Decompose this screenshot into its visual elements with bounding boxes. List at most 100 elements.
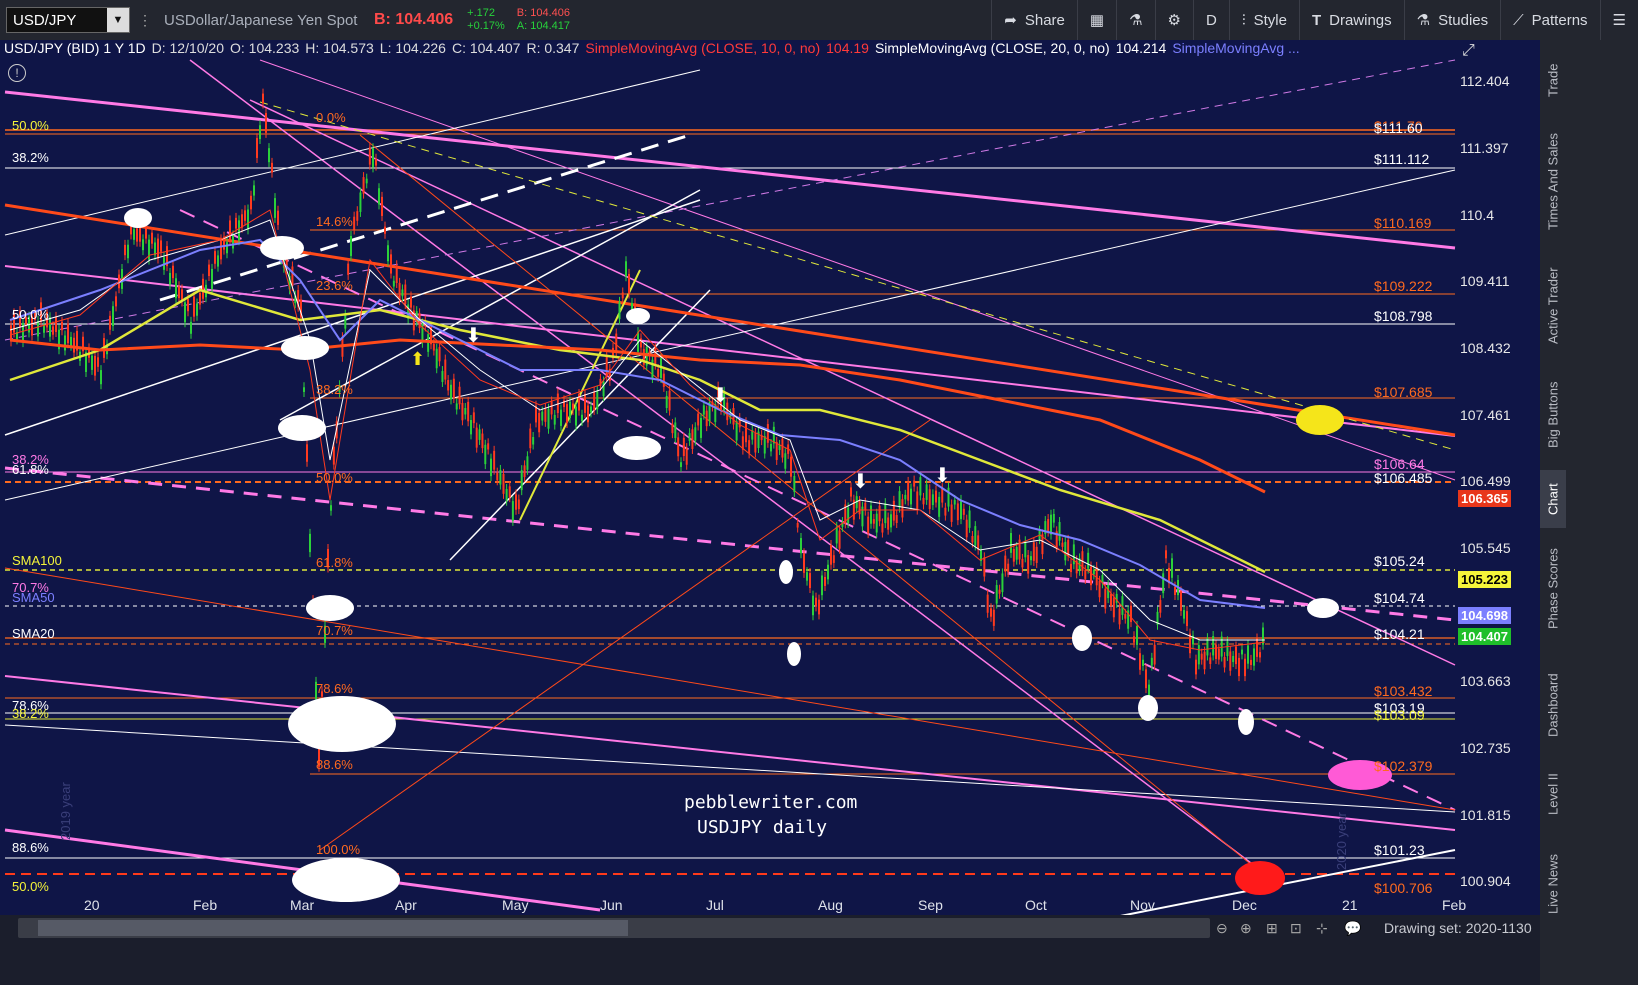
ask-small: A: 104.417 xyxy=(516,20,571,32)
fib-label-mid: 38.2% xyxy=(316,382,353,397)
grid-icon: ▦ xyxy=(1089,12,1105,29)
pan-icon[interactable]: ⊞ xyxy=(1266,920,1278,937)
style-label: Style xyxy=(1253,11,1287,29)
drawings-button[interactable]: T Drawings xyxy=(1298,0,1404,40)
header-close: C: 104.407 xyxy=(451,40,521,56)
tab-times-and-sales[interactable]: Times And Sales xyxy=(1540,112,1566,250)
svg-text:⬆: ⬆ xyxy=(410,349,425,369)
candles-layer xyxy=(10,88,1264,772)
tab-live-news[interactable]: Live News xyxy=(1540,828,1566,940)
trendline-layer xyxy=(4,59,1456,915)
settings-button[interactable]: ⚙ xyxy=(1154,0,1193,40)
share-button[interactable]: ➦ Share xyxy=(991,0,1077,40)
link-icon[interactable]: ⋮ xyxy=(138,12,152,29)
tab-big-buttons[interactable]: Big Buttons xyxy=(1540,362,1566,468)
change-percent: +0.17% xyxy=(467,20,505,32)
drawing-set-label[interactable]: Drawing set: 2020-1130 xyxy=(1384,920,1532,936)
sma20-label[interactable]: SimpleMovingAvg (CLOSE, 20, 0, no) xyxy=(875,40,1110,58)
zoom-out-icon[interactable]: ⊖ xyxy=(1216,920,1228,937)
tab-trade[interactable]: Trade xyxy=(1540,50,1566,110)
tab-level-ii[interactable]: Level II xyxy=(1540,762,1566,826)
header-range: R: 0.347 xyxy=(526,40,580,56)
flask-button[interactable]: ⚗ xyxy=(1116,0,1154,40)
scrollbar-thumb[interactable] xyxy=(38,920,628,936)
top-toolbar: USD/JPY ▼ ⋮ USDollar/Japanese Yen Spot B… xyxy=(0,0,1638,41)
period-button[interactable]: D xyxy=(1192,0,1229,40)
sma10-label[interactable]: SimpleMovingAvg (CLOSE, 10, 0, no) xyxy=(585,40,820,58)
tab-phase-scores[interactable]: Phase Scores xyxy=(1540,530,1566,648)
tab-dashboard[interactable]: Dashboard xyxy=(1540,650,1566,760)
pattern-icon: ⟋ xyxy=(1513,11,1524,29)
x-tick-label: 20 xyxy=(84,897,100,913)
y-tick-label: 107.461 xyxy=(1460,407,1511,423)
chat-icon[interactable]: 💬 xyxy=(1344,920,1361,937)
info-icon[interactable]: ! xyxy=(8,64,26,82)
year-2020-label: 2020 year xyxy=(1334,812,1349,870)
reset-icon[interactable]: ⊡ xyxy=(1290,920,1302,937)
x-tick-label: May xyxy=(502,897,529,913)
fib-label-left: 50.0% xyxy=(12,118,49,133)
level-label: $106.485 xyxy=(1374,470,1433,486)
bid-price: B: 104.406 xyxy=(374,11,454,28)
symbol-text: USD/JPY xyxy=(13,11,77,29)
level-label: $108.798 xyxy=(1374,308,1433,324)
cursor-icon[interactable]: ⊹ xyxy=(1316,920,1328,937)
level-label: $109.222 xyxy=(1374,278,1433,294)
style-button[interactable]: ⫶ Style xyxy=(1228,0,1299,40)
tab-active-trader[interactable]: Active Trader xyxy=(1540,252,1566,360)
bid-small: B: 104.406 xyxy=(516,7,571,19)
menu-button[interactable]: ☰ xyxy=(1599,0,1638,40)
tab-chart[interactable]: Chart xyxy=(1540,470,1566,528)
symbol-selector[interactable]: USD/JPY ▼ xyxy=(6,7,130,33)
svg-text:⬇: ⬇ xyxy=(712,385,729,407)
level-label: $100.706 xyxy=(1374,880,1433,896)
level-label: $101.23 xyxy=(1374,842,1425,858)
change-value: +.172 xyxy=(467,7,496,19)
x-tick-label: Jul xyxy=(706,897,724,913)
x-tick-label: Dec xyxy=(1232,897,1257,913)
fib-label-left: 38.2% xyxy=(12,706,49,721)
sma20-value: 104.214 xyxy=(1115,40,1167,56)
header-high: H: 104.573 xyxy=(305,40,374,56)
chevron-down-icon[interactable]: ▼ xyxy=(107,8,129,32)
fib-label-left: 50.0% xyxy=(12,307,49,322)
y-tick-label: 109.411 xyxy=(1460,273,1510,289)
zoom-in-icon[interactable]: ⊕ xyxy=(1240,920,1252,937)
fib-label-left: SMA20 xyxy=(12,626,55,641)
level-label: $110.169 xyxy=(1374,215,1432,231)
price-tag: 104.407 xyxy=(1458,628,1511,645)
x-tick-label: Oct xyxy=(1025,897,1047,913)
fib-label-mid: 100.0% xyxy=(316,842,361,857)
y-tick-label: 106.499 xyxy=(1460,473,1511,489)
text-t-icon: T xyxy=(1311,11,1322,29)
chart-canvas[interactable]: ⬇ ⬇ ⬇ ⬇ ⬆ xyxy=(0,40,1540,915)
header-low: L: 104.226 xyxy=(379,40,446,56)
share-icon: ➦ xyxy=(1004,12,1017,29)
x-tick-label: Feb xyxy=(193,897,218,913)
candle-icon: ⫶ xyxy=(1241,11,1246,29)
svg-text:⬇: ⬇ xyxy=(465,325,482,347)
expand-icon[interactable]: ⤢ xyxy=(1462,42,1475,60)
svg-text:⬇: ⬇ xyxy=(852,471,869,493)
level-label: $103.432 xyxy=(1374,683,1433,699)
y-tick-label: 112.404 xyxy=(1460,73,1510,89)
level-label: $105.24 xyxy=(1374,553,1425,569)
watermark: pebblewriter.com xyxy=(684,792,858,813)
menu-icon: ☰ xyxy=(1612,12,1626,29)
fib-label-left: SMA50 xyxy=(12,590,55,605)
time-scrollbar[interactable] xyxy=(18,918,1210,938)
symbol-description: USDollar/Japanese Yen Spot xyxy=(164,11,358,29)
price-tag: 106.365 xyxy=(1458,490,1511,507)
fib-label-mid: 78.6% xyxy=(316,681,353,696)
flask-icon: ⚗ xyxy=(1129,12,1143,29)
fib-label-left: SMA100 xyxy=(12,553,62,568)
sma-more-label[interactable]: SimpleMovingAvg ... xyxy=(1172,40,1299,58)
header-date: D: 12/10/20 xyxy=(151,40,224,56)
chart-svg[interactable]: ⬇ ⬇ ⬇ ⬇ ⬆ xyxy=(0,40,1540,915)
patterns-button[interactable]: ⟋ Patterns xyxy=(1500,0,1599,40)
grid-button[interactable]: ▦ xyxy=(1076,0,1116,40)
fib-label-mid: 14.6% xyxy=(316,214,353,229)
level-label: $111.60 xyxy=(1374,120,1423,136)
studies-button[interactable]: ⚗ Studies xyxy=(1403,0,1501,40)
sma50-line xyxy=(9,238,1266,609)
